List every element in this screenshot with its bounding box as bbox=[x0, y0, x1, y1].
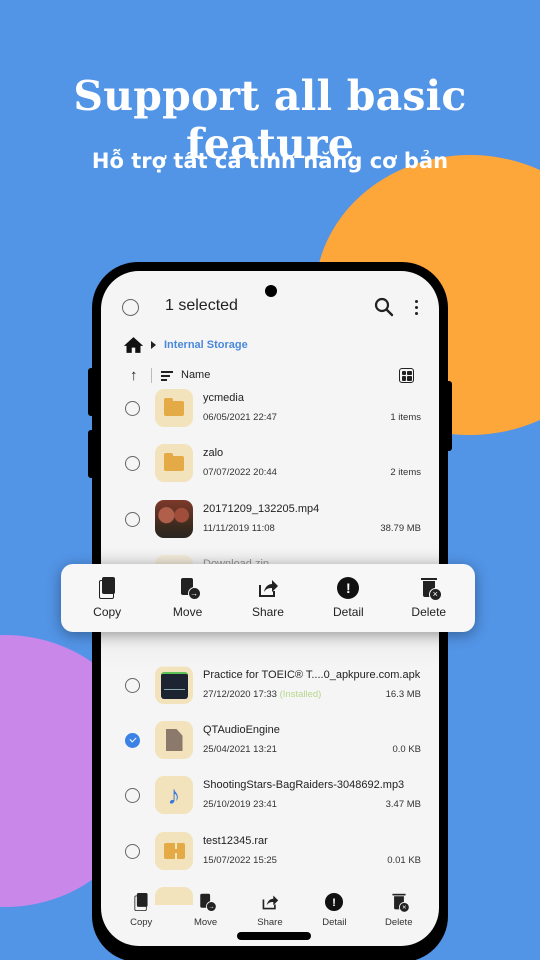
breadcrumb: Internal Storage bbox=[123, 334, 248, 356]
row-checkbox[interactable] bbox=[125, 788, 140, 803]
sort-bar: ↑ Name bbox=[101, 364, 439, 388]
file-name: 20171209_132205.mp4 bbox=[203, 503, 320, 515]
row-checkbox[interactable] bbox=[125, 512, 140, 527]
bottom-copy-button[interactable]: Copy bbox=[111, 891, 171, 941]
file-name: test12345.rar bbox=[203, 835, 268, 847]
file-size: 2 items bbox=[390, 467, 421, 478]
bottom-delete-button[interactable]: Delete bbox=[369, 891, 429, 941]
installed-status: (Installed) bbox=[279, 689, 322, 700]
detail-label: Detail bbox=[333, 605, 364, 619]
archive-icon bbox=[155, 832, 193, 870]
file-row[interactable]: Practice for TOEIC® T....0_apkpure.com.a… bbox=[101, 664, 439, 719]
home-icon[interactable] bbox=[123, 336, 144, 354]
file-date: 07/07/2022 20:44 bbox=[203, 467, 277, 478]
file-date-value: 27/12/2020 17:33 bbox=[203, 689, 277, 700]
share-label: Share bbox=[251, 605, 284, 619]
file-size: 0.0 KB bbox=[392, 744, 421, 755]
breadcrumb-internal-storage[interactable]: Internal Storage bbox=[164, 339, 248, 351]
file-row[interactable]: test12345.rar 15/07/2022 15:25 0.01 KB bbox=[101, 830, 439, 885]
delete-icon bbox=[418, 577, 442, 601]
file-date: 11/11/2019 11:08 bbox=[203, 523, 275, 534]
file-row[interactable]: ♪ ShootingStars-BagRaiders-3048692.mp3 2… bbox=[101, 774, 439, 829]
delete-label: Delete bbox=[411, 605, 447, 619]
file-name: QTAudioEngine bbox=[203, 724, 280, 736]
file-date: 06/05/2021 22:47 bbox=[203, 412, 277, 423]
file-row[interactable]: QTAudioEngine 25/04/2021 13:21 0.0 KB bbox=[101, 719, 439, 774]
popup-share-button[interactable]: Share bbox=[233, 564, 303, 632]
breadcrumb-chevron-icon bbox=[151, 341, 156, 349]
copy-label: Copy bbox=[93, 605, 122, 619]
share-label: Share bbox=[257, 917, 283, 928]
file-name: Practice for TOEIC® T....0_apkpure.com.a… bbox=[203, 669, 421, 681]
row-checkbox[interactable] bbox=[125, 401, 140, 416]
video-thumbnail bbox=[155, 500, 193, 538]
document-icon bbox=[155, 721, 193, 759]
file-size: 38.79 MB bbox=[380, 523, 421, 534]
gesture-home-bar[interactable] bbox=[237, 932, 311, 940]
row-checkbox[interactable] bbox=[125, 844, 140, 859]
more-vertical-icon[interactable] bbox=[410, 297, 422, 317]
arrow-up-icon[interactable]: ↑ bbox=[130, 367, 138, 384]
move-label: Move bbox=[193, 917, 218, 928]
move-icon bbox=[177, 577, 201, 600]
popup-detail-button[interactable]: ! Detail bbox=[313, 564, 383, 632]
file-size: 3.47 MB bbox=[385, 799, 421, 810]
detail-label: Detail bbox=[322, 917, 347, 928]
file-name: ShootingStars-BagRaiders-3048692.mp3 bbox=[203, 779, 405, 791]
file-date: 15/07/2022 15:25 bbox=[203, 855, 277, 866]
copy-icon bbox=[96, 577, 118, 599]
info-icon: ! bbox=[337, 577, 360, 599]
file-name: zalo bbox=[203, 447, 224, 459]
bottom-detail-button[interactable]: ! Detail bbox=[304, 891, 364, 941]
file-row[interactable]: zalo 07/07/2022 20:44 2 items bbox=[101, 442, 439, 497]
file-row[interactable]: 20171209_132205.mp4 11/11/2019 11:08 38.… bbox=[101, 498, 439, 553]
grid-view-icon[interactable] bbox=[399, 368, 414, 383]
file-date: 27/12/2020 17:33 (Installed) bbox=[203, 689, 321, 700]
popup-delete-button[interactable]: Delete bbox=[394, 564, 464, 632]
folder-icon bbox=[155, 444, 193, 482]
promo-subheadline: Hỗ trợ tất cả tính năng cơ bản bbox=[91, 149, 449, 173]
music-note-icon: ♪ bbox=[155, 776, 193, 814]
sort-divider bbox=[151, 368, 152, 383]
row-checkbox[interactable] bbox=[125, 456, 140, 471]
copy-label: Copy bbox=[130, 917, 153, 928]
info-icon: ! bbox=[325, 892, 344, 912]
file-row[interactable]: ycmedia 06/05/2021 22:47 1 items bbox=[101, 387, 439, 442]
share-icon bbox=[258, 580, 278, 597]
file-size: 1 items bbox=[390, 412, 421, 423]
file-date: 25/10/2019 23:41 bbox=[203, 799, 277, 810]
search-icon[interactable] bbox=[374, 297, 394, 317]
selection-count: 1 selected bbox=[165, 297, 238, 314]
action-popup: Copy Move Share ! Detail Delete bbox=[61, 564, 475, 632]
copy-icon bbox=[132, 892, 150, 912]
row-checkbox-checked[interactable] bbox=[125, 733, 140, 748]
delete-label: Delete bbox=[385, 917, 413, 928]
delete-icon bbox=[390, 893, 410, 913]
bottom-move-button[interactable]: Move bbox=[176, 891, 236, 941]
file-name: ycmedia bbox=[203, 392, 244, 404]
move-label: Move bbox=[172, 605, 203, 619]
select-all-checkbox[interactable] bbox=[122, 299, 139, 316]
file-size: 16.3 MB bbox=[385, 689, 421, 700]
file-date: 25/04/2021 13:21 bbox=[203, 744, 277, 755]
popup-move-button[interactable]: Move bbox=[153, 564, 223, 632]
file-size: 0.01 KB bbox=[387, 855, 421, 866]
share-icon bbox=[262, 895, 279, 910]
popup-copy-button[interactable]: Copy bbox=[72, 564, 142, 632]
move-icon bbox=[197, 893, 217, 912]
sort-icon[interactable] bbox=[161, 371, 173, 383]
row-checkbox[interactable] bbox=[125, 678, 140, 693]
selection-toolbar: 1 selected bbox=[101, 291, 439, 323]
sort-by-label[interactable]: Name bbox=[181, 369, 210, 381]
apk-icon bbox=[155, 666, 193, 704]
folder-icon bbox=[155, 389, 193, 427]
